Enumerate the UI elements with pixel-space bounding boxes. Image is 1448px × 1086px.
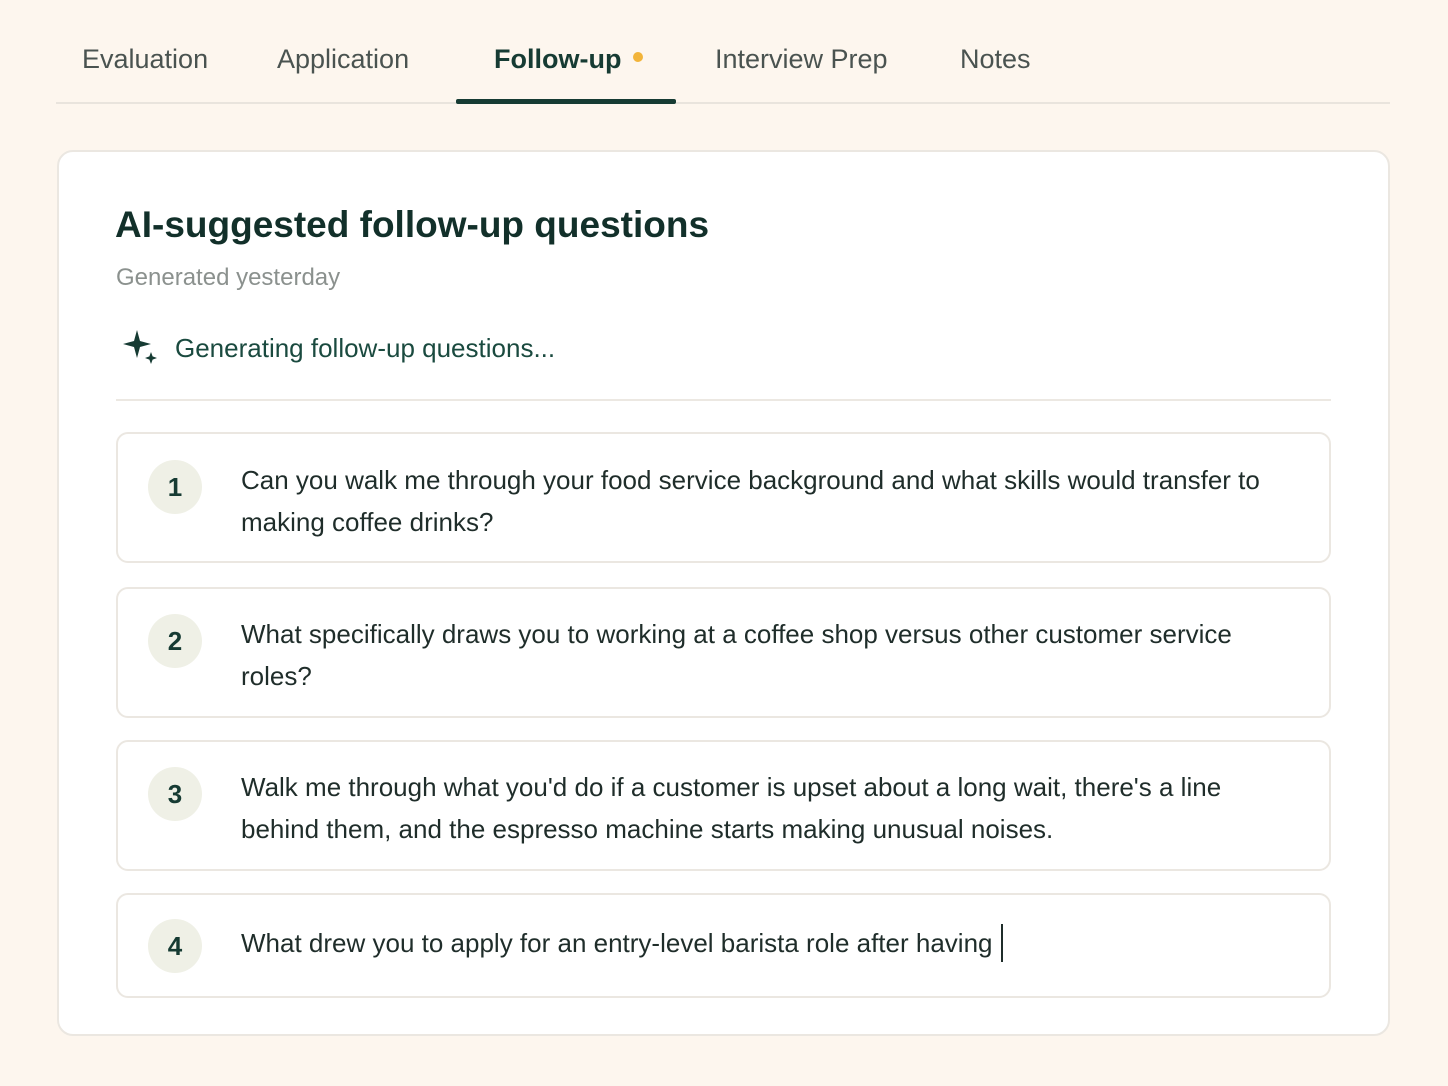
unread-indicator-dot [633,51,644,62]
question-number-badge: 3 [148,767,202,821]
tab-bar: Evaluation Application Follow-up Intervi… [56,0,1390,104]
active-tab-underline [456,99,676,104]
status-text: Generating follow-up questions... [175,332,556,363]
tab-follow-up-label: Follow-up [494,44,622,74]
question-text: What drew you to apply for an entry-leve… [241,928,993,958]
question-item-streaming[interactable]: 4 What drew you to apply for an entry-le… [116,893,1331,998]
question-text-container: What drew you to apply for an entry-leve… [241,922,1301,964]
question-number-badge: 2 [148,614,202,668]
card-title: AI-suggested follow-up questions [115,204,710,245]
follow-up-questions-card: AI-suggested follow-up questions Generat… [57,150,1390,1036]
sparkle-icon [121,326,161,371]
question-text: What specifically draws you to working a… [241,619,1232,691]
question-item[interactable]: 3 Walk me through what you'd do if a cus… [116,740,1331,871]
tab-follow-up[interactable]: Follow-up [494,40,644,80]
tab-application[interactable]: Application [277,40,409,80]
question-item[interactable]: 2 What specifically draws you to working… [116,587,1331,718]
question-text: Walk me through what you'd do if a custo… [241,772,1222,844]
tab-evaluation[interactable]: Evaluation [82,40,208,80]
question-number-badge: 1 [148,460,202,514]
tab-interview-prep[interactable]: Interview Prep [715,40,888,80]
card-subtitle: Generated yesterday [116,264,341,291]
question-item[interactable]: 1 Can you walk me through your food serv… [116,432,1331,563]
generating-status: Generating follow-up questions... [121,328,555,368]
tab-notes[interactable]: Notes [960,40,1031,80]
question-text: Can you walk me through your food servic… [241,465,1260,537]
divider [116,399,1331,401]
question-number-badge: 4 [148,919,202,973]
typing-cursor [1000,924,1003,963]
